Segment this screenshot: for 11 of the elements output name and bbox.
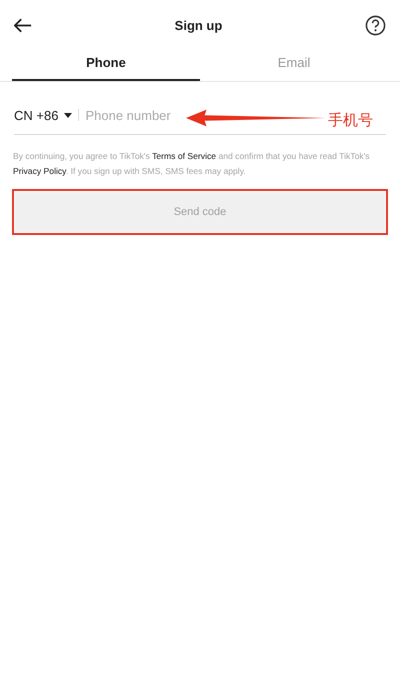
back-arrow-icon[interactable] bbox=[14, 18, 32, 32]
page-title: Sign up bbox=[174, 18, 222, 32]
consent-text: By continuing, you agree to TikTok's Terms of Service and confirm that you have read TikTok's Privacy Policy. If you sign up with SMS, SMS fees may apply. bbox=[13, 150, 371, 178]
tab[interactable]: Phone bbox=[12, 50, 200, 81]
phone-number-field[interactable]: Phone number bbox=[85, 108, 174, 122]
policy-link[interactable]: Terms of Service bbox=[152, 151, 216, 161]
help-icon[interactable] bbox=[364, 14, 386, 36]
policy-link[interactable]: Privacy Policy bbox=[13, 166, 66, 176]
country-code-dropdown[interactable]: CN +86 bbox=[14, 108, 72, 122]
annotation-label: 手机号 bbox=[328, 111, 373, 130]
caret-icon bbox=[64, 112, 72, 118]
